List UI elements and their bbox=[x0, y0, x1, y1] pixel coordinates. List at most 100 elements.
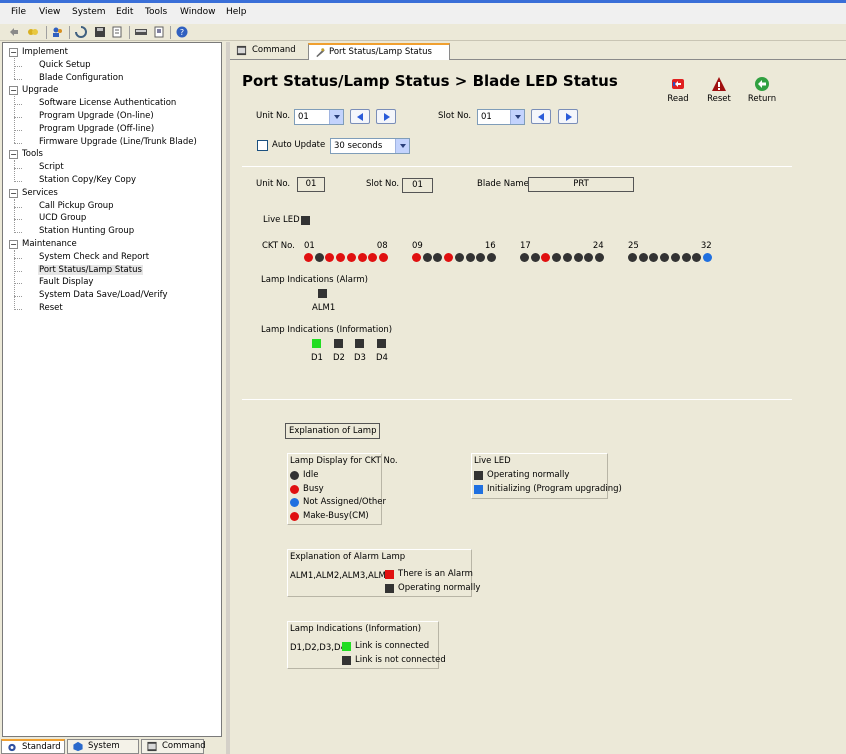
disk-icon[interactable] bbox=[94, 26, 106, 38]
interval-select[interactable]: 30 seconds bbox=[330, 138, 410, 154]
ckt-lamp-5 bbox=[346, 253, 356, 262]
unit-no-select[interactable]: 01 bbox=[294, 109, 344, 125]
connect-icon[interactable] bbox=[27, 26, 39, 38]
tree-group-services[interactable]: Services bbox=[22, 188, 58, 198]
tree-item[interactable]: Port Status/Lamp Status bbox=[38, 264, 143, 275]
ckt-lamp-18 bbox=[530, 253, 540, 262]
return-button[interactable]: Return bbox=[742, 76, 782, 104]
ckt-lamp-23 bbox=[584, 253, 594, 262]
info-slot-label: Slot No. bbox=[366, 179, 400, 189]
ckt-lamp-10 bbox=[422, 253, 432, 262]
ckt-lamp-8 bbox=[378, 253, 388, 262]
tree-item[interactable]: Reset bbox=[38, 303, 64, 313]
ckt-lamp-17 bbox=[520, 253, 529, 262]
info-blade-value: PRT bbox=[528, 177, 634, 192]
tree-toggle[interactable]: − bbox=[9, 240, 18, 249]
ckt-lamp-30 bbox=[681, 253, 691, 262]
tree-item[interactable]: Call Pickup Group bbox=[38, 201, 115, 211]
tree-item[interactable]: Script bbox=[38, 162, 65, 172]
tree-item[interactable]: Software License Authentication bbox=[38, 98, 177, 108]
d3-label: D3 bbox=[354, 353, 366, 363]
tree-group-upgrade[interactable]: Upgrade bbox=[22, 85, 58, 95]
live-led-label: Live LED bbox=[263, 215, 300, 225]
terminal-icon bbox=[236, 45, 247, 56]
chevron-down-icon bbox=[395, 139, 409, 153]
content-tabs: Command Port Status/Lamp Status bbox=[230, 42, 846, 60]
reset-button[interactable]: Reset bbox=[699, 76, 739, 104]
keyboard-icon[interactable] bbox=[135, 26, 147, 38]
read-button[interactable]: Read bbox=[658, 76, 698, 104]
tree-group-tools[interactable]: Tools bbox=[22, 149, 43, 159]
tree-item[interactable]: Quick Setup bbox=[38, 60, 91, 70]
toolbar-separator bbox=[129, 26, 130, 39]
tree-group-maintenance[interactable]: Maintenance bbox=[22, 239, 77, 249]
gear-icon bbox=[8, 743, 16, 752]
divider bbox=[242, 399, 792, 400]
tools-icon bbox=[316, 48, 325, 58]
auto-update-checkbox[interactable] bbox=[257, 140, 268, 151]
slot-prev-button[interactable] bbox=[531, 109, 551, 124]
auto-update-label: Auto Update bbox=[272, 140, 326, 150]
info-section-label: Lamp Indications (Information) bbox=[261, 325, 393, 335]
tree-connector bbox=[14, 129, 22, 131]
tree-toggle[interactable]: − bbox=[9, 150, 18, 160]
tree-toggle[interactable]: − bbox=[9, 48, 18, 57]
tree-item[interactable]: Fault Display bbox=[38, 277, 94, 287]
menu-tools[interactable]: Tools bbox=[145, 7, 167, 17]
tree-connector bbox=[14, 219, 22, 221]
menu-system[interactable]: System bbox=[72, 7, 106, 17]
tree-group-implement[interactable]: Implement bbox=[22, 47, 68, 57]
tree-item[interactable]: System Data Save/Load/Verify bbox=[38, 290, 169, 300]
ckt-lamp-19 bbox=[541, 253, 551, 262]
slot-next-button[interactable] bbox=[558, 109, 578, 124]
ckt-lamp-14 bbox=[465, 253, 475, 262]
document-icon[interactable] bbox=[111, 26, 123, 38]
tree-toggle[interactable]: − bbox=[9, 86, 18, 96]
ckt-lamp-31 bbox=[692, 253, 702, 262]
legend-label: Busy bbox=[303, 483, 324, 494]
alm1-lamp bbox=[318, 289, 327, 298]
tree-connector bbox=[14, 283, 22, 285]
live-led-indicator bbox=[301, 216, 310, 225]
tree-item[interactable]: System Check and Report bbox=[38, 252, 150, 262]
help-icon[interactable]: ? bbox=[176, 26, 188, 38]
menu-edit[interactable]: Edit bbox=[116, 7, 133, 17]
menu-file[interactable]: File bbox=[11, 7, 26, 17]
refresh-icon[interactable] bbox=[75, 26, 87, 38]
tab-system-data[interactable]: System Data bbox=[67, 739, 139, 754]
menu-help[interactable]: Help bbox=[226, 7, 247, 17]
slot-no-label: Slot No. bbox=[438, 111, 472, 121]
tab-port-status-label: Port Status/Lamp Status bbox=[329, 47, 432, 57]
live-legend-title: Live LED bbox=[474, 456, 511, 466]
tree-item[interactable]: Program Upgrade (On-line) bbox=[38, 111, 155, 121]
tree-item[interactable]: Station Hunting Group bbox=[38, 226, 135, 236]
menu-view[interactable]: View bbox=[39, 7, 60, 17]
tab-port-status[interactable]: Port Status/Lamp Status bbox=[308, 43, 450, 60]
read-icon bbox=[672, 79, 684, 89]
tree-item[interactable]: Program Upgrade (Off-line) bbox=[38, 124, 155, 134]
tree-item[interactable]: Station Copy/Key Copy bbox=[38, 175, 137, 185]
users-icon[interactable] bbox=[52, 26, 64, 38]
ckt-lamp-16 bbox=[486, 253, 496, 262]
unit-prev-button[interactable] bbox=[350, 109, 370, 124]
tree-connector bbox=[14, 206, 22, 208]
alarm-legend-panel: Explanation of Alarm Lamp ALM1,ALM2,ALM3… bbox=[287, 549, 480, 597]
device-icon[interactable] bbox=[153, 26, 165, 38]
tab-command[interactable]: Command bbox=[141, 739, 206, 754]
tree-item[interactable]: UCD Group bbox=[38, 213, 87, 223]
tab-standard[interactable]: Standard bbox=[1, 739, 65, 754]
menu-window[interactable]: Window bbox=[180, 7, 216, 17]
tree-toggle[interactable]: − bbox=[9, 188, 18, 198]
legend-marker bbox=[290, 498, 299, 508]
ckt-lamp-25 bbox=[628, 253, 637, 262]
tab-standard-label: Standard bbox=[22, 742, 61, 752]
ckt-lamp-26 bbox=[638, 253, 648, 262]
legend-label: Make-Busy(CM) bbox=[303, 510, 369, 521]
unit-next-button[interactable] bbox=[376, 109, 396, 124]
tab-command-view[interactable]: Command bbox=[232, 43, 304, 60]
tree-item[interactable]: Firmware Upgrade (Line/Trunk Blade) bbox=[38, 137, 198, 147]
legend-marker bbox=[342, 642, 351, 651]
tree-item[interactable]: Blade Configuration bbox=[38, 73, 124, 83]
back-icon[interactable] bbox=[8, 26, 20, 38]
slot-no-select[interactable]: 01 bbox=[477, 109, 525, 125]
